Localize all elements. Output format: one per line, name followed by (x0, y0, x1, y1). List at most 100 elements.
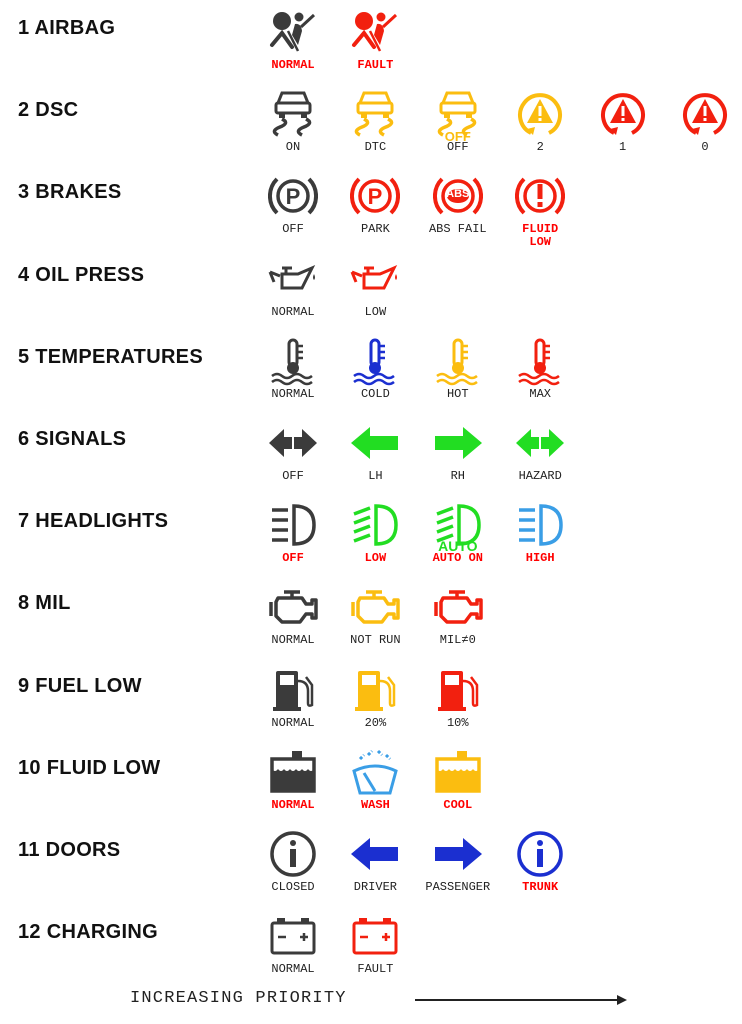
indicator-item: NORMAL (252, 252, 334, 334)
indicator-item: ABS ABS FAIL (417, 169, 499, 251)
indicator-item: P OFF (252, 169, 334, 251)
indicator-item: NORMAL (252, 745, 334, 827)
indicator-label: NORMAL (271, 633, 315, 648)
indicator-item: MIL≠0 (417, 580, 499, 662)
indicator-label: NORMAL (271, 58, 315, 72)
indicator-label: NORMAL (271, 304, 315, 319)
row-title: 4 OIL PRESS (18, 263, 145, 286)
fuel-pump-icon (273, 670, 314, 711)
indicator-label: HOT (446, 386, 469, 401)
indicator-label: COOL (443, 797, 473, 812)
row-5-temperatures: 5 TEMPERATURES NORMAL COLD HOT MAX (0, 334, 742, 416)
indicator-item: MAX (499, 334, 581, 416)
indicator-label: MIL≠0 (439, 633, 476, 648)
indicator-label: FAULT (357, 58, 394, 72)
indicator-item: LH (334, 416, 416, 498)
headlight-low-icon (353, 504, 399, 546)
indicator-label: COLD (360, 386, 390, 401)
indicator-item: RH (417, 416, 499, 498)
indicator-item: 1 (582, 87, 664, 169)
svg-text:P: P (286, 184, 301, 209)
row-6-signals: 6 SIGNALS OFF LH RH HAZARD (0, 416, 742, 498)
indicator-label: NOT RUN (350, 633, 401, 648)
dsc-car-icon (355, 91, 394, 137)
indicator-item: ON (252, 87, 334, 169)
indicator-item: 20% (334, 663, 416, 745)
arrow-right-icon (434, 838, 482, 870)
indicator-label: LH (368, 469, 383, 483)
indicator-item: COLD (334, 334, 416, 416)
indicator-item: OFF (252, 498, 334, 580)
indicator-label: TRUNK (522, 880, 559, 894)
indicator-item: AUTO AUTO ON (417, 498, 499, 580)
indicator-item: HIGH (499, 498, 581, 580)
indicator-item: 2 (499, 87, 581, 169)
fluid-tank-icon (435, 750, 481, 793)
washer-icon (352, 749, 399, 795)
row-10-fluid-low: 10 FLUID LOW NORMAL WASH COOL (0, 745, 742, 827)
engine-icon (434, 590, 483, 625)
row-title: 2 DSC (18, 99, 79, 122)
row-4-oil-press: 4 OIL PRESS NORMAL LOW (0, 252, 742, 334)
thermometer-icon (271, 338, 313, 386)
priority-arrowhead-icon (617, 995, 627, 1005)
battery-icon (270, 918, 316, 955)
indicator-label: FLUID LOW (522, 222, 559, 250)
indicator-label: ON (285, 140, 301, 155)
stability-warning-icon (600, 93, 645, 136)
thermometer-icon (353, 338, 396, 386)
indicator-label: NORMAL (271, 386, 315, 401)
row-title: 8 MIL (18, 592, 71, 615)
stability-warning-icon (683, 93, 727, 136)
engine-icon (269, 590, 318, 625)
row-title: 1 AIRBAG (18, 17, 116, 39)
fuel-pump-icon (355, 670, 396, 711)
indicator-label: 1 (618, 140, 627, 155)
indicator-item: PASSENGER (417, 827, 499, 909)
fluid-tank-icon (270, 750, 316, 793)
oil-can-icon (268, 264, 316, 290)
indicator-item: WASH (334, 745, 416, 827)
indicator-item: CLOSED (252, 827, 334, 909)
battery-icon (352, 918, 398, 955)
indicator-label: AUTO ON (432, 551, 483, 566)
indicator-item: HOT (417, 334, 499, 416)
indicator-item: NOT RUN (334, 580, 416, 662)
row-12-charging: 12 CHARGING NORMAL FAULT (0, 909, 742, 991)
indicator-item: NORMAL (252, 5, 334, 87)
row-title: 6 SIGNALS (18, 428, 127, 450)
indicator-item: COOL (417, 745, 499, 827)
arrow-right-icon (434, 427, 482, 459)
row-title: 10 FLUID LOW (18, 756, 161, 779)
indicator-label: LOW (364, 304, 387, 319)
row-2-dsc: 2 DSC ON DTC OFF OFF 2 1 0 (0, 87, 742, 169)
indicator-item: NORMAL (252, 663, 334, 745)
indicator-item: FAULT (334, 5, 416, 87)
arrow-left-icon (351, 427, 399, 459)
indicator-label: OFF (282, 222, 304, 237)
thermometer-icon (436, 338, 478, 386)
row-title: 5 TEMPERATURES (18, 345, 203, 368)
svg-text:P: P (368, 184, 383, 209)
row-11-doors: 11 DOORS CLOSED DRIVER PASSENGER TRUNK (0, 827, 742, 909)
indicator-label: DTC (364, 140, 387, 155)
indicator-item: HAZARD (499, 416, 581, 498)
info-circle-icon (270, 831, 316, 877)
oil-can-icon (350, 264, 398, 290)
indicator-item: NORMAL (252, 580, 334, 662)
info-circle-icon (517, 831, 563, 877)
indicator-label: PARK (360, 222, 390, 237)
indicator-label: ABS FAIL (428, 222, 487, 237)
fuel-pump-icon (437, 670, 479, 711)
row-3-brakes: 3 BRAKES P OFF P PARK ABS ABS FAIL FLUID LOW (0, 169, 742, 251)
indicator-label: 2 (536, 140, 544, 155)
indicator-item: DRIVER (334, 827, 416, 909)
indicator-item: LOW (334, 252, 416, 334)
stability-warning-icon (518, 93, 563, 136)
indicator-label: NORMAL (271, 962, 315, 977)
indicator-item: LOW (334, 498, 416, 580)
row-title: 7 HEADLIGHTS (18, 510, 169, 533)
arrows-both-icon (269, 429, 317, 457)
indicator-item: OFF OFF (417, 87, 499, 169)
indicator-label: HAZARD (518, 469, 562, 483)
